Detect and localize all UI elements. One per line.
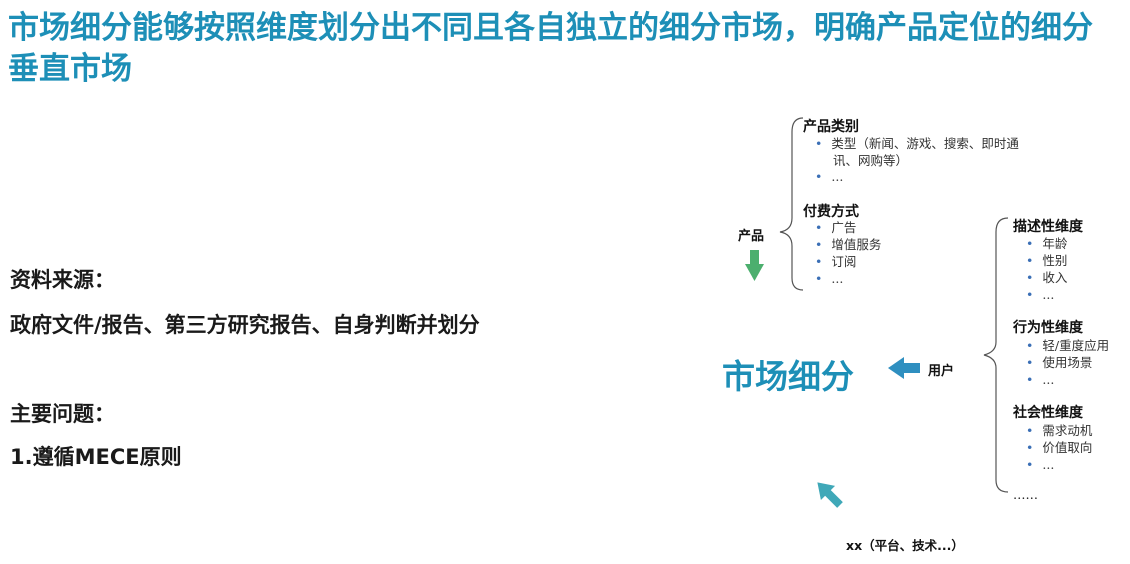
xx-label: xx（平台、技术...） bbox=[846, 538, 964, 553]
user-label: 用户 bbox=[928, 364, 955, 379]
market-segmentation-label: 市场细分 bbox=[722, 357, 854, 396]
list-item: • 订阅 bbox=[815, 254, 857, 269]
list-item: •... bbox=[815, 169, 844, 184]
user-group-heading: 描述性维度 bbox=[1013, 219, 1083, 235]
list-item: • 收入 bbox=[1026, 270, 1068, 285]
user-group-heading: 社会性维度 bbox=[1013, 405, 1083, 421]
list-item: • 轻/重度应用 bbox=[1026, 338, 1110, 353]
list-item: • 价值取向 bbox=[1026, 440, 1093, 455]
user-brace bbox=[983, 217, 1009, 493]
user-group-heading: 行为性维度 bbox=[1013, 320, 1083, 336]
green-down-arrow-icon bbox=[745, 250, 764, 281]
list-item: • 性别 bbox=[1026, 253, 1068, 268]
product-group-heading: 付费方式 bbox=[803, 204, 859, 220]
list-item: •... bbox=[1026, 287, 1055, 302]
list-item: •... bbox=[1026, 372, 1055, 387]
product-label: 产品 bbox=[738, 229, 765, 244]
list-item: • 需求动机 bbox=[1026, 423, 1093, 438]
list-item: • 广告 bbox=[815, 220, 857, 235]
product-group-heading: 产品类别 bbox=[803, 119, 859, 135]
list-item: •... bbox=[1026, 457, 1055, 472]
teal-diagonal-arrow-icon bbox=[817, 482, 843, 508]
list-item: • 使用场景 bbox=[1026, 355, 1093, 370]
list-item: •... bbox=[815, 271, 844, 286]
list-item: • 增值服务 bbox=[815, 237, 882, 252]
blue-left-arrow-icon bbox=[888, 357, 920, 379]
product-brace bbox=[779, 117, 804, 291]
diagram-connectors bbox=[745, 117, 1009, 508]
list-item: • 年龄 bbox=[1026, 236, 1068, 251]
more-ellipsis: …… bbox=[1013, 487, 1038, 502]
list-item: • 类型（新闻、游戏、搜索、即时通讯、网购等） bbox=[815, 136, 1019, 168]
